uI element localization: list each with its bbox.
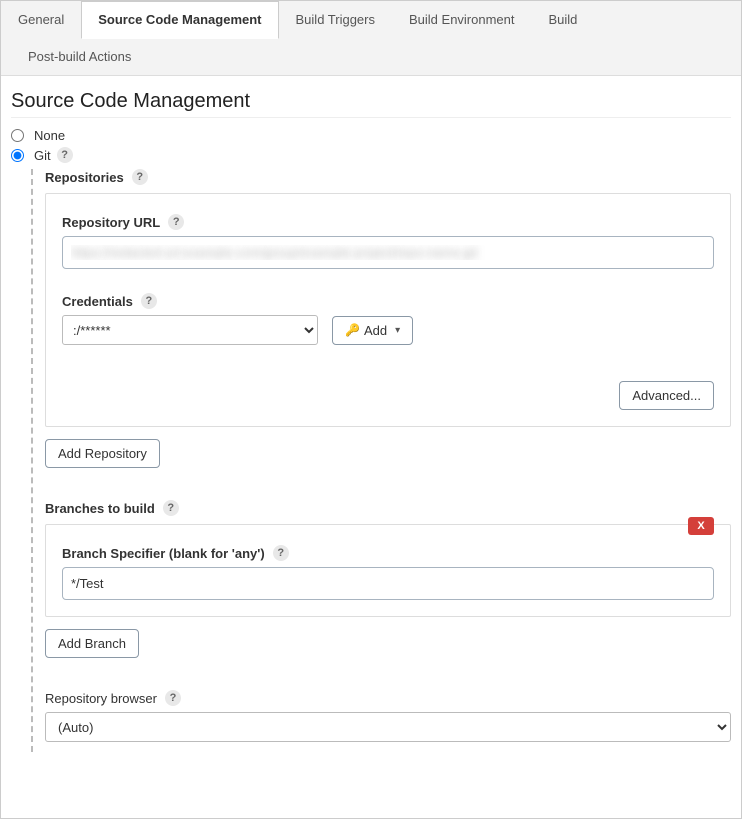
repo-url-input[interactable]: [62, 236, 714, 269]
scm-git-radio[interactable]: [11, 149, 24, 162]
help-icon[interactable]: ?: [132, 169, 148, 185]
add-credentials-button[interactable]: 🔑 Add: [332, 316, 413, 345]
branch-specifier-label: Branch Specifier (blank for 'any'): [62, 546, 265, 561]
help-icon[interactable]: ?: [141, 293, 157, 309]
help-icon[interactable]: ?: [165, 690, 181, 706]
page-title: Source Code Management: [11, 90, 731, 113]
credentials-select[interactable]: :/******: [62, 315, 318, 345]
scm-none-radio[interactable]: [11, 129, 24, 142]
help-icon[interactable]: ?: [168, 214, 184, 230]
tab-general[interactable]: General: [1, 1, 81, 38]
tab-post-build[interactable]: Post-build Actions: [11, 38, 148, 75]
help-icon[interactable]: ?: [57, 147, 73, 163]
config-tabs: General Source Code Management Build Tri…: [1, 1, 741, 76]
add-repository-button[interactable]: Add Repository: [45, 439, 160, 468]
tab-build-environment[interactable]: Build Environment: [392, 1, 532, 38]
repo-browser-label: Repository browser: [45, 691, 157, 706]
repo-url-label: Repository URL: [62, 215, 160, 230]
scm-none-label: None: [34, 128, 65, 143]
divider: [11, 117, 731, 118]
tab-build[interactable]: Build: [532, 1, 595, 38]
add-branch-button[interactable]: Add Branch: [45, 629, 139, 658]
repo-browser-select[interactable]: (Auto): [45, 712, 731, 742]
repositories-label: Repositories: [45, 170, 124, 185]
branches-label: Branches to build: [45, 501, 155, 516]
branch-specifier-input[interactable]: [62, 567, 714, 600]
help-icon[interactable]: ?: [163, 500, 179, 516]
repository-panel: Repository URL ? Credentials ? :/****** …: [45, 193, 731, 427]
credentials-label: Credentials: [62, 294, 133, 309]
key-icon: 🔑: [345, 323, 360, 337]
tab-scm[interactable]: Source Code Management: [81, 1, 278, 39]
scm-git-label: Git: [34, 148, 51, 163]
tab-build-triggers[interactable]: Build Triggers: [279, 1, 392, 38]
delete-branch-button[interactable]: X: [688, 517, 714, 535]
advanced-button[interactable]: Advanced...: [619, 381, 714, 410]
branch-panel: X Branch Specifier (blank for 'any') ?: [45, 524, 731, 617]
help-icon[interactable]: ?: [273, 545, 289, 561]
add-credentials-label: Add: [364, 323, 387, 338]
